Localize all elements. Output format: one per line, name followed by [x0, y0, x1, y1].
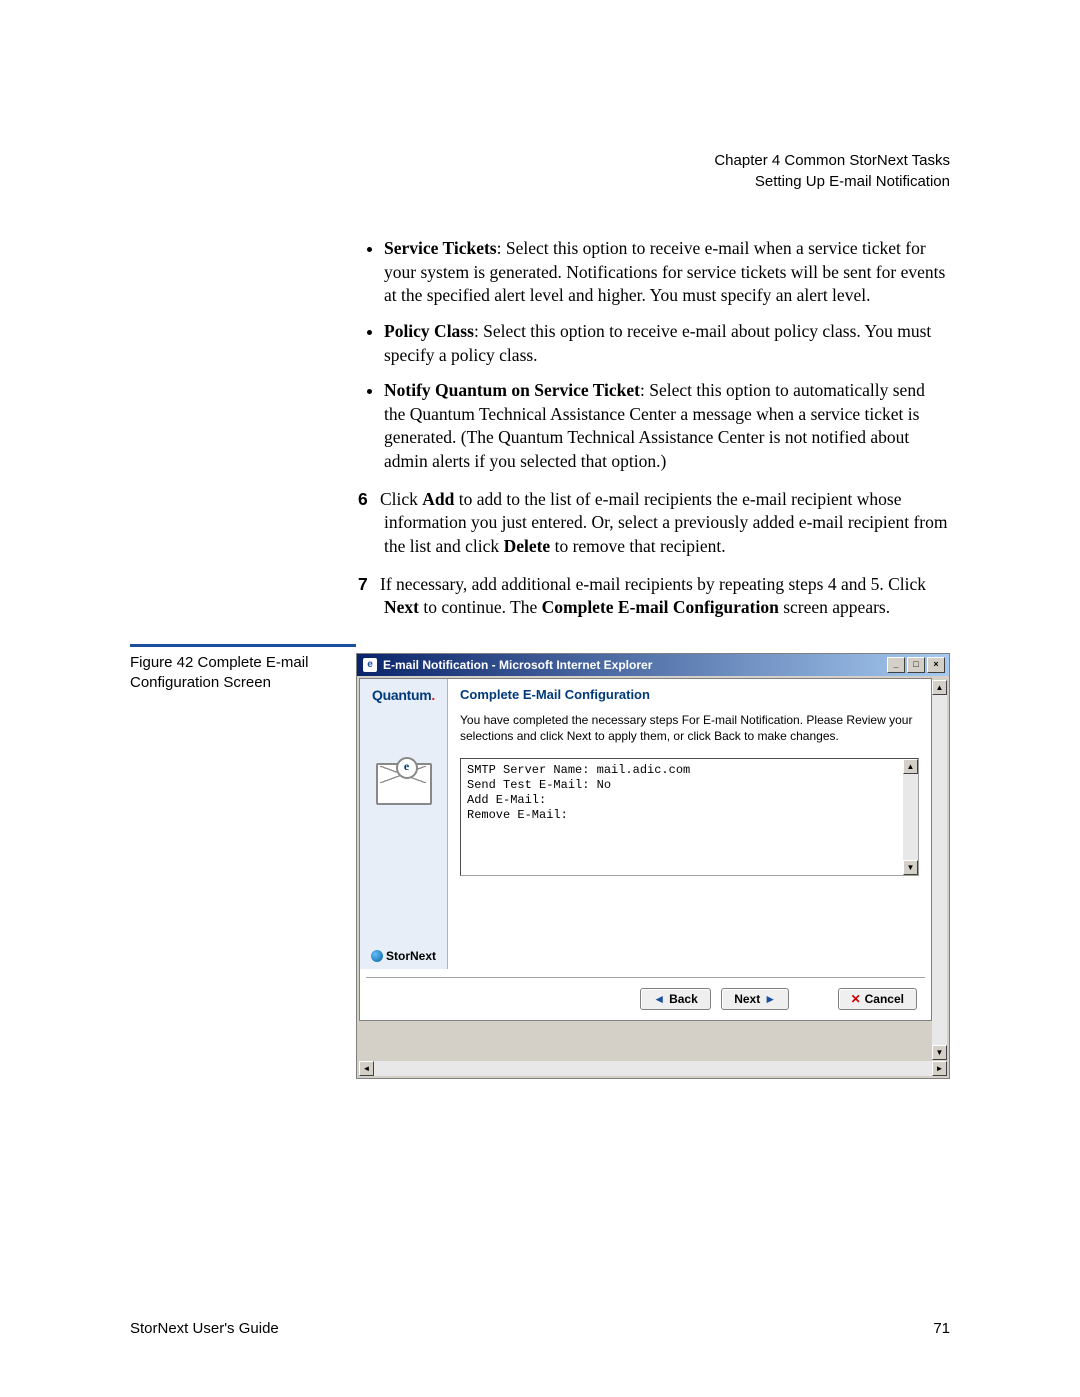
scroll-down-icon[interactable]: ▼ [932, 1045, 947, 1060]
stornext-globe-icon [371, 950, 383, 962]
wizard-sidebar: Quantum. e StorNext [360, 679, 448, 969]
brand-dot-icon: . [431, 687, 435, 703]
step-text: screen appears. [779, 597, 890, 617]
next-word: Next [384, 597, 419, 617]
next-button-label: Next [734, 992, 760, 1006]
maximize-button[interactable]: □ [907, 657, 925, 673]
next-button[interactable]: Next ► [721, 988, 789, 1010]
step-6: 6Click Add to add to the list of e-mail … [358, 488, 950, 559]
ie-icon: e [363, 658, 377, 672]
stornext-logo: StorNext [360, 949, 447, 963]
step-text: If necessary, add additional e-mail reci… [380, 574, 926, 594]
brand-text: Quantum [372, 687, 431, 703]
footer-doc-title: StorNext User's Guide [130, 1320, 279, 1337]
cancel-button-label: Cancel [865, 992, 904, 1006]
scroll-down-icon[interactable]: ▼ [903, 860, 918, 875]
window-title: E-mail Notification - Microsoft Internet… [383, 658, 881, 672]
step-7: 7If necessary, add additional e-mail rec… [358, 573, 950, 620]
bullet-policy-class: Policy Class: Select this option to rece… [384, 320, 950, 367]
header-section: Setting Up E-mail Notification [130, 171, 950, 192]
close-button[interactable]: × [927, 657, 945, 673]
figure-rule [130, 644, 356, 647]
body-text: Service Tickets: Select this option to r… [358, 237, 950, 620]
scroll-up-icon[interactable]: ▲ [903, 759, 918, 774]
figure-caption: Figure 42 Complete E-mail Configuration … [130, 653, 356, 694]
separator [366, 977, 925, 978]
envelope-badge-icon: e [396, 757, 418, 779]
wizard-step-title: Complete E-Mail Configuration [460, 687, 919, 702]
back-button-label: Back [669, 992, 698, 1006]
screenshot-window: e E-mail Notification - Microsoft Intern… [356, 653, 950, 1079]
footer-page-number: 71 [933, 1320, 950, 1337]
wizard-step-description: You have completed the necessary steps F… [460, 712, 919, 744]
option-bullet-list: Service Tickets: Select this option to r… [358, 237, 950, 474]
page-footer: StorNext User's Guide 71 [130, 1320, 950, 1337]
scroll-right-icon[interactable]: ► [932, 1061, 947, 1076]
triangle-left-icon: ◄ [653, 992, 665, 1006]
outer-vertical-scrollbar[interactable]: ▲ ▼ [932, 680, 947, 1060]
header-chapter: Chapter 4 Common StorNext Tasks [130, 150, 950, 171]
bullet-label: Policy Class [384, 321, 474, 341]
step-text: to remove that recipient. [550, 536, 725, 556]
triangle-right-icon: ► [764, 992, 776, 1006]
step-text: to continue. The [419, 597, 542, 617]
config-vertical-scrollbar[interactable]: ▲ ▼ [903, 759, 918, 875]
bullet-notify-quantum: Notify Quantum on Service Ticket: Select… [384, 379, 950, 474]
config-summary-text: SMTP Server Name: mail.adic.com Send Tes… [461, 759, 918, 827]
config-summary-box[interactable]: SMTP Server Name: mail.adic.com Send Tes… [460, 758, 919, 876]
scroll-up-icon[interactable]: ▲ [932, 680, 947, 695]
quantum-logo: Quantum. [364, 687, 443, 703]
minimize-button[interactable]: _ [887, 657, 905, 673]
step-text: Click [380, 489, 422, 509]
wizard-main-pane: Complete E-Mail Configuration You have c… [448, 679, 931, 969]
scroll-left-icon[interactable]: ◄ [359, 1061, 374, 1076]
back-button[interactable]: ◄ Back [640, 988, 711, 1010]
page-header: Chapter 4 Common StorNext Tasks Setting … [130, 150, 950, 192]
step-number: 7 [358, 573, 380, 597]
cancel-button[interactable]: ✕ Cancel [838, 988, 917, 1010]
wizard-button-row: ◄ Back Next ► ✕ Cancel [360, 984, 931, 1020]
outer-horizontal-scrollbar[interactable]: ◄ ► [359, 1061, 947, 1076]
envelope-icon: e [376, 763, 432, 805]
figure-42: Figure 42 Complete E-mail Configuration … [130, 644, 950, 1079]
bullet-label: Service Tickets [384, 238, 497, 258]
add-word: Add [422, 489, 454, 509]
window-titlebar[interactable]: e E-mail Notification - Microsoft Intern… [357, 654, 949, 676]
screen-name-word: Complete E-mail Configuration [542, 597, 779, 617]
x-icon: ✕ [851, 992, 861, 1006]
delete-word: Delete [504, 536, 551, 556]
stornext-label: StorNext [386, 949, 436, 963]
bullet-service-tickets: Service Tickets: Select this option to r… [384, 237, 950, 308]
step-number: 6 [358, 488, 380, 512]
bullet-label: Notify Quantum on Service Ticket [384, 380, 640, 400]
